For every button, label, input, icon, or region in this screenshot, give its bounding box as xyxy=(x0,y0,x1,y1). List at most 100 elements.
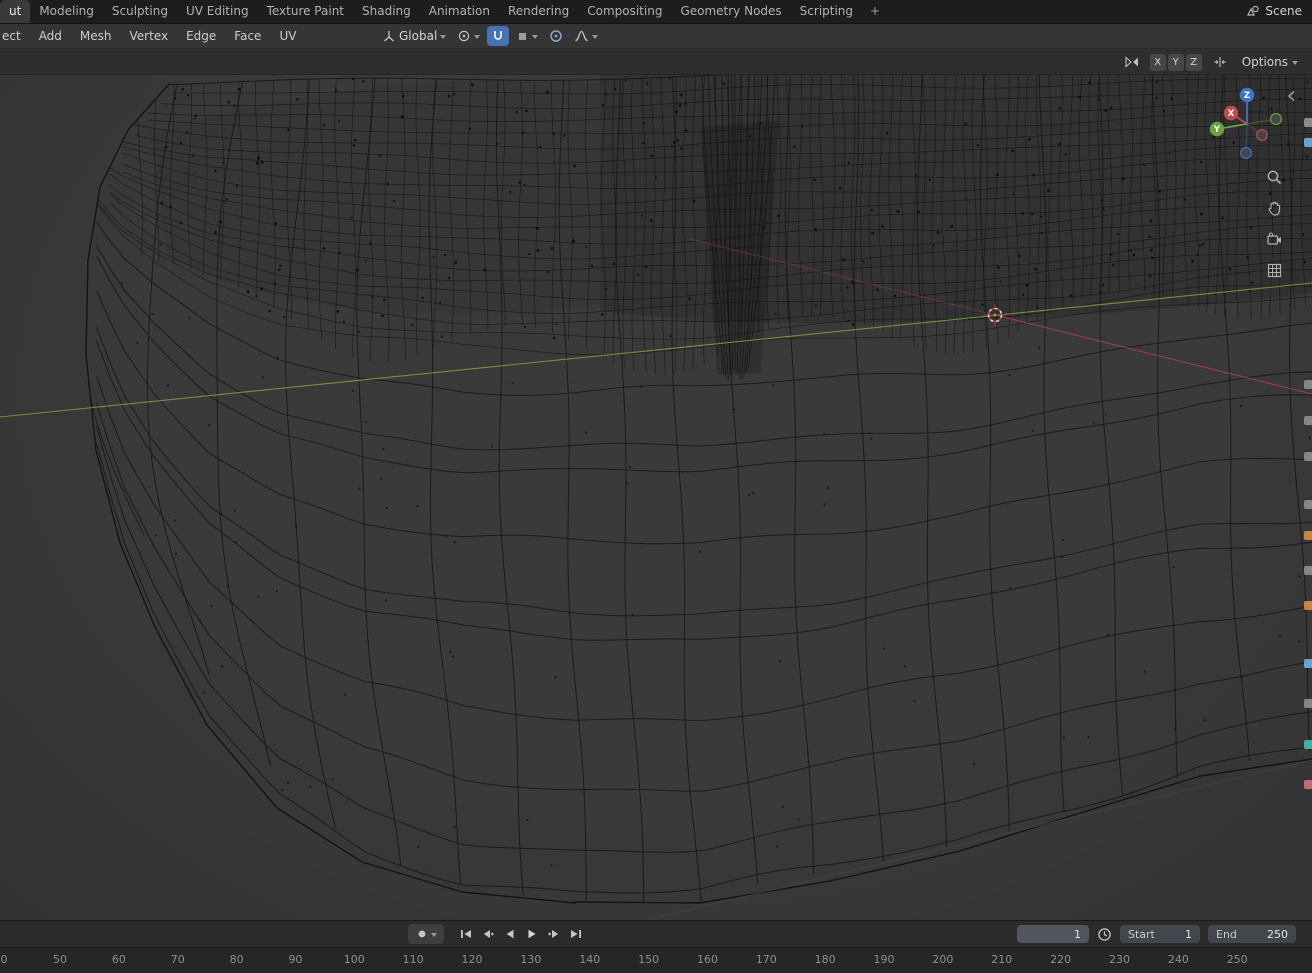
workspace-tab-uv-editing[interactable]: UV Editing xyxy=(177,0,258,23)
workspace-tab-geometry-nodes[interactable]: Geometry Nodes xyxy=(671,0,790,23)
object-tab[interactable] xyxy=(1304,601,1312,610)
ruler-label: 150 xyxy=(638,953,659,966)
svg-text:Z: Z xyxy=(1244,91,1250,101)
proportional-editing-toggle[interactable] xyxy=(545,26,567,46)
mirror-z-button[interactable]: Z xyxy=(1186,54,1202,71)
current-frame-value: 1 xyxy=(1074,928,1081,941)
menu-uv[interactable]: UV xyxy=(270,24,305,48)
mirror-y-button[interactable]: Y xyxy=(1168,54,1184,71)
navigation-gizmo[interactable]: XY Z xyxy=(1207,82,1287,166)
workspace-tab-animation[interactable]: Animation xyxy=(420,0,499,23)
x-axis-line xyxy=(995,315,1312,394)
mirror-x-button[interactable]: X xyxy=(1150,54,1166,71)
next-keyframe-button[interactable] xyxy=(544,924,564,944)
ruler-label: 60 xyxy=(112,953,126,966)
jump-to-end-button[interactable] xyxy=(566,924,586,944)
editor-tab-2[interactable] xyxy=(1304,138,1312,147)
play-button[interactable] xyxy=(522,924,542,944)
gizmo-neg-y-ball xyxy=(1271,114,1282,125)
play-reverse-button[interactable] xyxy=(500,924,520,944)
options-dropdown[interactable]: Options xyxy=(1238,53,1302,72)
play-icon xyxy=(526,928,538,940)
snap-toggle[interactable] xyxy=(487,26,509,46)
scene-tab[interactable] xyxy=(1304,531,1312,540)
viewport-header: ectAddMeshVertexEdgeFaceUV Global xyxy=(0,24,1312,49)
ruler-label: 180 xyxy=(815,953,836,966)
snap-with-dropdown[interactable] xyxy=(512,26,542,46)
wireframe-mesh xyxy=(0,75,1312,920)
modifiers-tab[interactable] xyxy=(1304,659,1312,668)
prev-keyframe-icon xyxy=(481,928,495,940)
view-layer-tab[interactable] xyxy=(1304,500,1312,509)
orientation-value: Global xyxy=(399,29,437,43)
ruler-label: 80 xyxy=(230,953,244,966)
end-value: 250 xyxy=(1267,928,1288,941)
menu-edge[interactable]: Edge xyxy=(177,24,225,48)
3d-viewport[interactable]: XY Z xyxy=(0,75,1312,920)
ruler-label: 110 xyxy=(403,953,424,966)
viewport-menus: ectAddMeshVertexEdgeFaceUV xyxy=(0,24,305,48)
add-workspace-button[interactable]: + xyxy=(862,0,888,23)
timeline-header: 1 Start 1 End 250 xyxy=(0,920,1312,947)
menu-vertex[interactable]: Vertex xyxy=(121,24,178,48)
sidebar-collapse-button[interactable] xyxy=(1284,89,1298,103)
output-tab[interactable] xyxy=(1304,452,1312,461)
previous-keyframe-button[interactable] xyxy=(478,924,498,944)
menu-mesh[interactable]: Mesh xyxy=(71,24,121,48)
particles-tab[interactable] xyxy=(1304,699,1312,708)
workspace-tab-rendering[interactable]: Rendering xyxy=(499,0,578,23)
editor-tab-1[interactable] xyxy=(1304,118,1312,127)
auto-key-record-button[interactable] xyxy=(408,924,444,944)
world-tab[interactable] xyxy=(1304,566,1312,575)
physics-tab[interactable] xyxy=(1304,740,1312,749)
ruler-label: 170 xyxy=(756,953,777,966)
current-frame-field[interactable]: 1 xyxy=(1017,925,1089,943)
snap-symmetry-button[interactable] xyxy=(1208,52,1232,72)
start-frame-field[interactable]: Start 1 xyxy=(1120,925,1200,943)
camera-view-button[interactable] xyxy=(1264,230,1284,248)
workspace-tab-compositing[interactable]: Compositing xyxy=(578,0,671,23)
pan-button[interactable] xyxy=(1264,199,1284,217)
grid-view-button[interactable] xyxy=(1264,261,1284,279)
ruler-label: 130 xyxy=(520,953,541,966)
workspace-tab-shading[interactable]: Shading xyxy=(353,0,420,23)
next-keyframe-icon xyxy=(547,928,561,940)
chevron-down-icon xyxy=(592,35,598,39)
zoom-button[interactable] xyxy=(1264,168,1284,186)
symmetry-toggle[interactable] xyxy=(1120,52,1144,72)
svg-text:Y: Y xyxy=(1213,125,1221,135)
options-label: Options xyxy=(1242,55,1288,69)
end-frame-field[interactable]: End 250 xyxy=(1208,925,1296,943)
data-tab[interactable] xyxy=(1304,780,1312,789)
render-tab[interactable] xyxy=(1304,416,1312,425)
play-reverse-icon xyxy=(504,928,516,940)
workspace-tab-ut[interactable]: ut xyxy=(0,0,30,23)
proportional-editing-icon xyxy=(549,29,563,43)
orientation-dropdown[interactable]: Global xyxy=(378,26,450,46)
ruler-label: 190 xyxy=(874,953,895,966)
menu-face[interactable]: Face xyxy=(225,24,270,48)
falloff-dropdown[interactable] xyxy=(570,26,602,46)
pivot-dropdown[interactable] xyxy=(453,26,484,46)
menu-ect[interactable]: ect xyxy=(0,24,30,48)
zoom-icon xyxy=(1266,169,1283,186)
jump-end-icon xyxy=(569,928,583,940)
ruler-label: 200 xyxy=(932,953,953,966)
ruler-label: 140 xyxy=(579,953,600,966)
svg-text:X: X xyxy=(1228,109,1235,119)
chevron-down-icon xyxy=(431,933,437,937)
scene-selector[interactable]: Scene xyxy=(1246,0,1312,23)
timeline-ruler[interactable]: 0506070809010011012013014015016017018019… xyxy=(0,947,1312,973)
menu-add[interactable]: Add xyxy=(30,24,71,48)
workspace-tab-sculpting[interactable]: Sculpting xyxy=(103,0,177,23)
workspace-tab-modeling[interactable]: Modeling xyxy=(30,0,103,23)
workspace-tab-scripting[interactable]: Scripting xyxy=(791,0,862,23)
ruler-label: 250 xyxy=(1227,953,1248,966)
topbar: utModelingSculptingUV EditingTexture Pai… xyxy=(0,0,1312,24)
orientation-icon xyxy=(382,29,396,43)
ruler-label: 210 xyxy=(991,953,1012,966)
jump-to-start-button[interactable] xyxy=(456,924,476,944)
tool-tab[interactable] xyxy=(1304,380,1312,389)
clock-icon[interactable] xyxy=(1097,927,1112,942)
workspace-tab-texture-paint[interactable]: Texture Paint xyxy=(258,0,353,23)
